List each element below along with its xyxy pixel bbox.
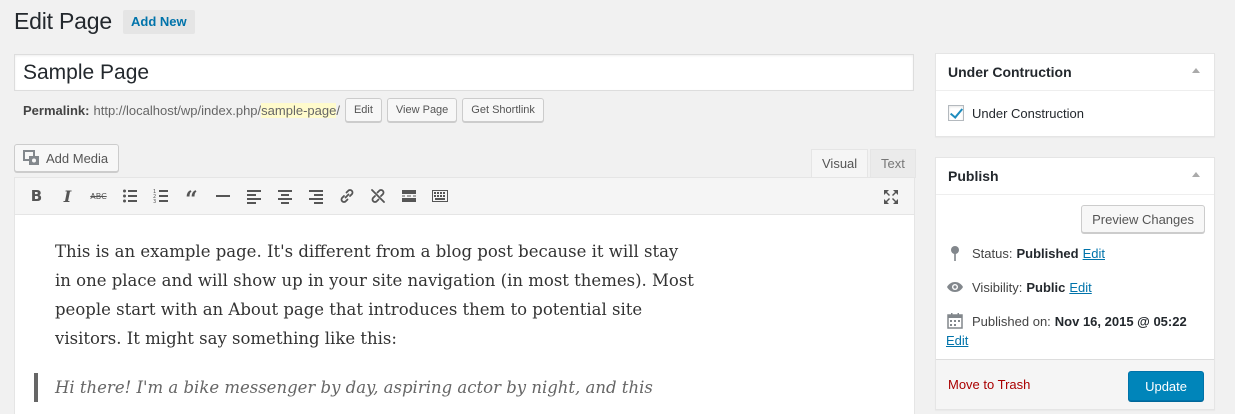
- tab-visual[interactable]: Visual: [811, 149, 869, 178]
- permalink-base: http://localhost/wp/index.php/: [93, 102, 262, 118]
- edit-visibility-link[interactable]: Edit: [1069, 280, 1091, 295]
- content-paragraph: This is an example page. It's different …: [55, 242, 694, 348]
- align-center-icon[interactable]: [269, 181, 300, 211]
- strikethrough-icon[interactable]: ABC: [83, 181, 114, 211]
- permalink-slug[interactable]: sample-page: [261, 102, 337, 118]
- published-on-value: Nov 16, 2015 @ 05:22: [1054, 313, 1187, 329]
- remove-link-icon[interactable]: [362, 181, 393, 211]
- publish-footer: Move to Trash Update: [936, 359, 1214, 409]
- bulleted-list-icon[interactable]: [114, 181, 145, 211]
- editor: B I ABC 123 “ This is an example page. I…: [14, 177, 915, 414]
- media-icon: [23, 150, 41, 166]
- under-construction-box: Under Contruction Under Construction: [935, 53, 1215, 137]
- calendar-icon: [946, 312, 964, 330]
- content-blockquote: Hi there! I'm a bike messenger by day, a…: [34, 373, 695, 402]
- move-to-trash-link[interactable]: Move to Trash: [948, 377, 1030, 392]
- editor-content[interactable]: This is an example page. It's different …: [15, 215, 735, 402]
- edit-permalink-button[interactable]: Edit: [344, 98, 382, 122]
- view-page-button[interactable]: View Page: [386, 98, 458, 122]
- numbered-list-icon[interactable]: 123: [145, 181, 176, 211]
- post-title-input[interactable]: [14, 54, 914, 91]
- preview-changes-button[interactable]: Preview Changes: [1081, 205, 1205, 233]
- under-construction-box-header[interactable]: Under Contruction: [936, 54, 1214, 91]
- permalink-row: Permalink: http://localhost/wp/index.php…: [23, 97, 544, 123]
- edit-date-link[interactable]: Edit: [946, 333, 968, 348]
- permalink-label: Permalink:: [23, 102, 90, 118]
- tab-text[interactable]: Text: [870, 149, 916, 178]
- under-construction-row: Under Construction: [936, 91, 1214, 135]
- collapse-toggle-icon[interactable]: [1192, 172, 1200, 177]
- publish-box-title: Publish: [948, 168, 999, 184]
- under-construction-box-title: Under Contruction: [948, 64, 1072, 80]
- collapse-toggle-icon[interactable]: [1192, 68, 1200, 73]
- insert-link-icon[interactable]: [331, 181, 362, 211]
- edit-status-link[interactable]: Edit: [1083, 246, 1105, 261]
- fullscreen-icon[interactable]: [875, 182, 906, 212]
- publish-box: Publish Preview Changes Status: Publishe…: [935, 157, 1215, 410]
- read-more-icon[interactable]: [393, 181, 424, 211]
- under-construction-label[interactable]: Under Construction: [972, 106, 1084, 121]
- visibility-line: Visibility: Public Edit: [946, 278, 1092, 296]
- update-button[interactable]: Update: [1128, 371, 1204, 401]
- align-right-icon[interactable]: [300, 181, 331, 211]
- toolbar-toggle-icon[interactable]: [424, 181, 455, 211]
- add-media-label: Add Media: [46, 150, 109, 166]
- under-construction-checkbox[interactable]: [948, 105, 964, 121]
- align-left-icon[interactable]: [238, 181, 269, 211]
- page-title: Edit Page: [14, 8, 112, 34]
- eye-icon: [946, 278, 964, 296]
- blockquote-icon[interactable]: “: [176, 181, 207, 211]
- published-on-label: Published on:: [972, 313, 1051, 329]
- editor-toolbar: B I ABC 123 “: [15, 178, 914, 215]
- status-value: Published: [1016, 245, 1079, 261]
- add-new-button[interactable]: Add New: [123, 10, 195, 34]
- visibility-value: Public: [1026, 279, 1066, 295]
- visibility-label: Visibility:: [972, 279, 1023, 295]
- published-edit-line: Edit: [946, 333, 968, 348]
- publish-box-header[interactable]: Publish: [936, 158, 1214, 195]
- status-line: Status: Published Edit: [946, 244, 1105, 262]
- get-shortlink-button[interactable]: Get Shortlink: [462, 98, 544, 122]
- pin-icon: [946, 244, 964, 262]
- status-label: Status:: [972, 245, 1013, 261]
- add-media-button[interactable]: Add Media: [14, 144, 120, 172]
- italic-icon[interactable]: I: [52, 181, 83, 211]
- bold-icon[interactable]: B: [21, 181, 52, 211]
- permalink-trail: /: [336, 102, 340, 118]
- horizontal-line-icon[interactable]: [207, 181, 238, 211]
- published-on-line: Published on: Nov 16, 2015 @ 05:22: [946, 312, 1191, 330]
- svg-text:3: 3: [153, 199, 156, 204]
